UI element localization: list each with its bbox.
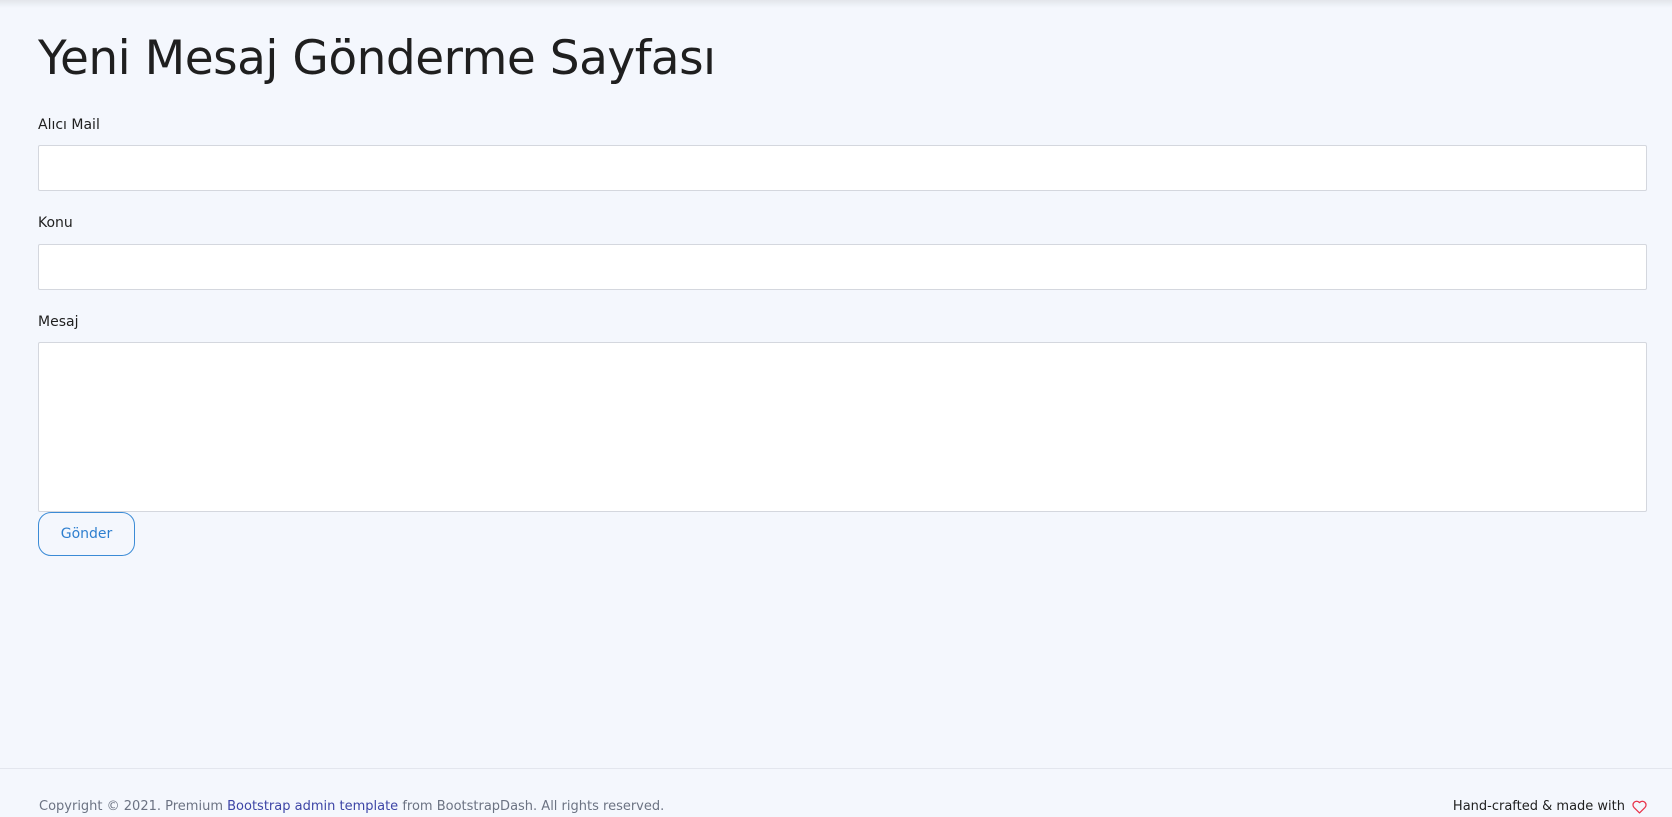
recipient-label: Alıcı Mail — [38, 117, 100, 133]
subject-input[interactable] — [38, 244, 1647, 290]
subject-label: Konu — [38, 215, 73, 231]
message-textarea[interactable] — [38, 342, 1647, 512]
page-title: Yeni Mesaj Gönderme Sayfası — [38, 31, 716, 86]
top-navbar-shadow — [0, 0, 1672, 8]
copyright-prefix: Copyright © 2021. Premium — [39, 799, 223, 814]
footer: Copyright © 2021. Premium Bootstrap admi… — [0, 768, 1672, 817]
made-with-text: Hand-crafted & made with — [1452, 799, 1625, 814]
footer-copyright: Copyright © 2021. Premium Bootstrap admi… — [39, 799, 664, 815]
bootstrap-template-link[interactable]: Bootstrap admin template — [227, 799, 398, 814]
footer-made-with: Hand-crafted & made with — [1453, 799, 1647, 815]
copyright-suffix: from BootstrapDash. All rights reserved. — [402, 799, 665, 814]
message-label: Mesaj — [38, 314, 79, 330]
heart-icon — [1632, 800, 1647, 814]
page: Yeni Mesaj Gönderme Sayfası Alıcı Mail K… — [0, 0, 1672, 817]
recipient-email-input[interactable] — [38, 145, 1647, 191]
send-button[interactable]: Gönder — [38, 512, 135, 556]
